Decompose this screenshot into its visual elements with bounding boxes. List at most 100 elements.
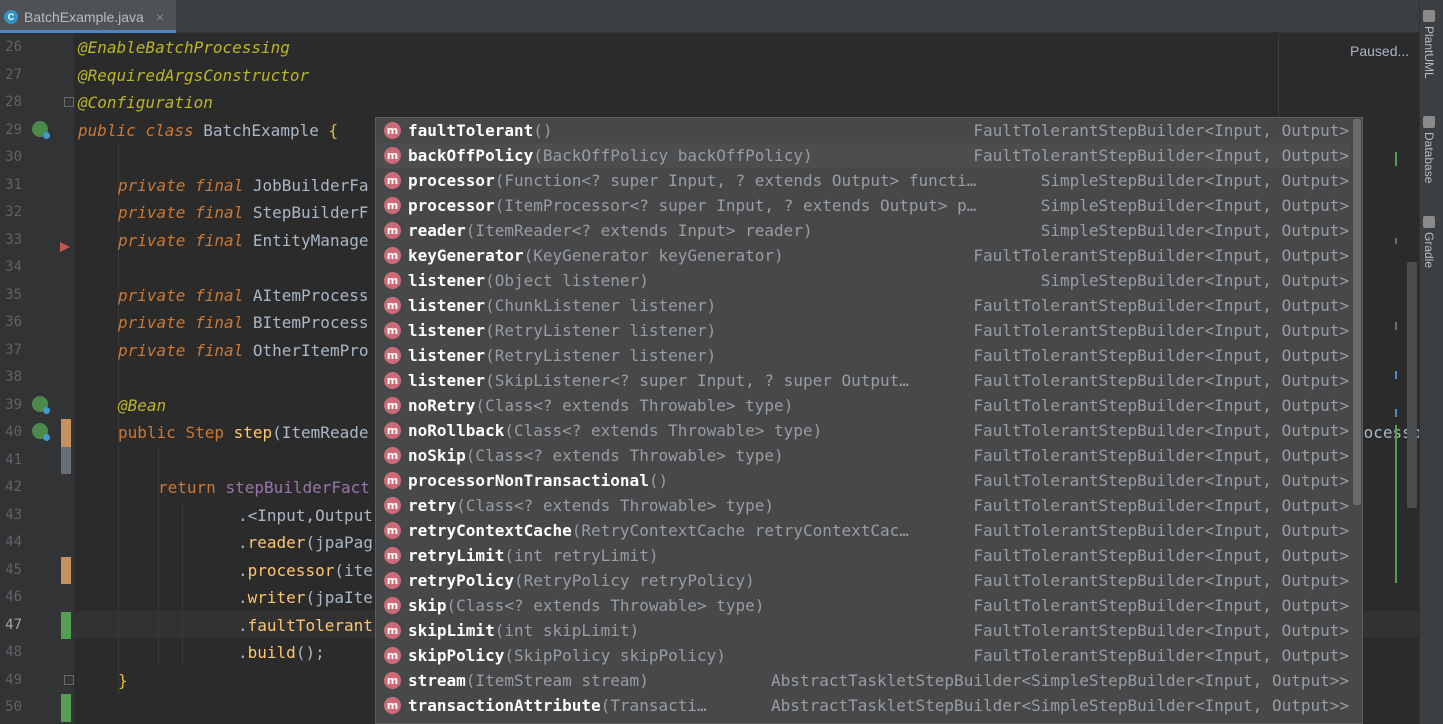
code-completion-popup[interactable]: m faultTolerant() FaultTolerantStepBuilder… xyxy=(375,117,1363,724)
return-type: FaultTolerantStepBuilder<Input, Output> xyxy=(973,646,1349,665)
gutter-line: 50 xyxy=(0,694,74,722)
tool-database[interactable]: Database xyxy=(1422,116,1436,183)
method-icon: m xyxy=(384,172,401,189)
generic-call: .<Input,Output xyxy=(238,505,373,525)
completion-item[interactable]: m noRollback(Class<? extends Throwable> t… xyxy=(376,418,1351,443)
method-icon: m xyxy=(384,497,401,514)
completion-item[interactable]: m processor(Function<? super Input, ? ext… xyxy=(376,168,1351,193)
stripe-mark[interactable] xyxy=(1395,152,1397,166)
completion-item[interactable]: m backOffPolicy(BackOffPolicy backOffPoli… xyxy=(376,143,1351,168)
spring-bean-icon[interactable] xyxy=(32,423,50,441)
line-number: 35 xyxy=(5,286,22,303)
stripe-mark[interactable] xyxy=(1395,322,1397,330)
gutter-line: 45 xyxy=(0,556,74,584)
method-icon: m xyxy=(384,197,401,214)
change-marker-deleted[interactable] xyxy=(61,446,71,474)
return-type: SimpleStepBuilder<Input, Output> xyxy=(1040,171,1349,190)
completion-item[interactable]: m listener(SkipListener<? super Input, ? … xyxy=(376,368,1351,393)
spring-bean-icon[interactable] xyxy=(32,395,50,414)
completion-item[interactable]: m retry(Class<? extends Throwable> type) F… xyxy=(376,493,1351,518)
completion-item[interactable]: m retryPolicy(RetryPolicy retryPolicy) Fau… xyxy=(376,568,1351,593)
completion-item-name: transactionAttribute(Transacti… xyxy=(408,693,707,718)
line-number: 33 xyxy=(5,231,22,248)
params: (ItemReade xyxy=(272,423,369,442)
gutter-line: 43 xyxy=(0,502,74,530)
completion-item-name: reader(ItemReader<? extends Input> reade… xyxy=(408,218,813,243)
completion-item[interactable]: m skip(Class<? extends Throwable> type) Fa… xyxy=(376,593,1351,618)
completion-item[interactable]: m retryContextCache(RetryContextCache ret… xyxy=(376,518,1351,543)
return-type: FaultTolerantStepBuilder<Input, Output> xyxy=(973,596,1349,615)
gutter-line: 27 xyxy=(0,62,74,90)
tab-batchexample[interactable]: C BatchExample.java × xyxy=(0,0,176,33)
completion-item-name: noSkip(Class<? extends Throwable> type) xyxy=(408,443,784,468)
line-number: 32 xyxy=(5,204,22,220)
completion-item-name: stream(ItemStream stream) xyxy=(408,668,649,693)
change-marker-added[interactable] xyxy=(61,694,71,722)
return-type: AbstractTaskletStepBuilder<SimpleStepBui… xyxy=(771,696,1349,715)
method-name: build xyxy=(247,643,296,662)
completion-item[interactable]: m skipLimit(int skipLimit) FaultTolerantSt… xyxy=(376,618,1351,643)
code-line: private final OtherItemPro xyxy=(118,337,368,365)
gutter-line: 47 xyxy=(0,611,74,639)
type-name: Step xyxy=(185,423,224,442)
line-number: 26 xyxy=(5,39,22,55)
change-marker-modified[interactable] xyxy=(61,556,71,584)
java-class-icon: C xyxy=(4,9,18,24)
completion-item[interactable]: m listener(Object listener) SimpleStepBuil… xyxy=(376,268,1351,293)
completion-item[interactable]: m noRetry(Class<? extends Throwable> type… xyxy=(376,393,1351,418)
completion-item[interactable]: m skipPolicy(SkipPolicy skipPolicy) FaultT… xyxy=(376,643,1351,668)
stripe-mark[interactable] xyxy=(1395,409,1397,417)
modifier: private final xyxy=(118,175,244,195)
tool-plantuml[interactable]: PlantUML xyxy=(1422,10,1436,79)
line-number: 41 xyxy=(5,451,22,468)
completion-item-name: listener(SkipListener<? super Input, ? s… xyxy=(408,368,909,393)
completion-item[interactable]: m listener(ChunkListener listener) FaultTo… xyxy=(376,293,1351,318)
close-icon[interactable]: × xyxy=(156,9,164,25)
method-name: processorNonTransactional xyxy=(408,471,649,490)
method-signature: (ItemStream stream) xyxy=(465,671,649,690)
completion-item[interactable]: m reader(ItemReader<? extends Input> read… xyxy=(376,218,1351,243)
method-signature: (RetryContextCache retryContextCac… xyxy=(571,521,909,540)
code-line: private final AItemProcess xyxy=(118,282,368,310)
completion-item[interactable]: m retryLimit(int retryLimit) FaultTolerant… xyxy=(376,543,1351,568)
method-icon: m xyxy=(384,447,401,464)
completion-item[interactable]: m noSkip(Class<? extends Throwable> type)… xyxy=(376,443,1351,468)
code-line: .writer(jpaIte xyxy=(238,584,373,612)
method-icon: m xyxy=(384,472,401,489)
editor-scrollbar[interactable] xyxy=(1407,262,1417,508)
method-name: retryLimit xyxy=(408,546,505,565)
completion-item[interactable]: m faultTolerant() FaultTolerantStepBuilder… xyxy=(376,118,1351,143)
completion-item[interactable]: m listener(RetryListener listener) FaultTo… xyxy=(376,318,1351,343)
completion-item-name: processor(ItemProcessor<? super Input, ?… xyxy=(408,193,976,218)
return-type: AbstractTaskletStepBuilder<SimpleStepBui… xyxy=(771,671,1349,690)
completion-item[interactable]: m processor(ItemProcessor<? super Input, … xyxy=(376,193,1351,218)
stripe-mark[interactable] xyxy=(1395,238,1397,244)
completion-item[interactable]: m stream(ItemStream stream) AbstractTaskle… xyxy=(376,668,1351,693)
gutter-line: 44 xyxy=(0,529,74,557)
method-signature: (int skipLimit) xyxy=(494,621,640,640)
code-line: } xyxy=(118,667,128,695)
method-name: listener xyxy=(408,346,486,365)
line-number: 48 xyxy=(5,644,22,660)
completion-item[interactable]: m transactionAttribute(Transacti… Abstract… xyxy=(376,693,1351,718)
completion-item[interactable]: m processorNonTransactional() FaultToleran… xyxy=(376,468,1351,493)
fold-marker-icon[interactable] xyxy=(64,97,74,107)
code-line: @Configuration xyxy=(78,89,213,117)
change-marker-added[interactable] xyxy=(61,611,71,639)
fold-marker-icon[interactable] xyxy=(64,674,74,685)
completion-item[interactable]: m keyGenerator(KeyGenerator keyGenerator)… xyxy=(376,243,1351,268)
spring-bean-icon[interactable] xyxy=(32,120,50,139)
change-marker-modified[interactable] xyxy=(61,419,71,447)
return-type: FaultTolerantStepBuilder<Input, Output> xyxy=(973,121,1349,140)
stripe-mark[interactable] xyxy=(1395,371,1397,379)
completion-scrollbar[interactable] xyxy=(1353,119,1361,505)
method-name: stream xyxy=(408,671,466,690)
line-number: 44 xyxy=(5,534,22,550)
breakpoint-arrow-icon[interactable] xyxy=(60,241,70,252)
method-name: transactionAttribute xyxy=(408,696,601,715)
tool-gradle[interactable]: Gradle xyxy=(1422,216,1436,268)
method-signature: (Transacti… xyxy=(600,696,707,715)
method-name: skipPolicy xyxy=(408,646,505,665)
completion-item[interactable]: m listener(RetryListener listener) FaultTo… xyxy=(376,343,1351,368)
stripe-mark[interactable] xyxy=(1395,425,1397,583)
